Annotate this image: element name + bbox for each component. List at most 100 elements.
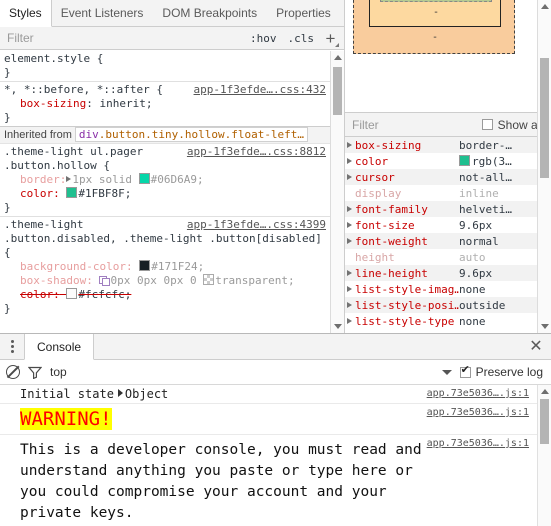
declaration-color-value[interactable]: #171F24; (151, 260, 204, 273)
color-swatch[interactable] (66, 288, 78, 299)
declaration-property[interactable]: color: (20, 288, 60, 301)
color-swatch[interactable] (139, 260, 151, 271)
rule-selector-line1[interactable]: .theme-light ul.pager (4, 145, 143, 158)
rule-selector-line2[interactable]: .button.hollow { (4, 159, 110, 172)
rule-selector[interactable]: *, *::before, *::after (4, 83, 150, 96)
show-all-checkbox[interactable] (481, 119, 493, 130)
toggle-hover-state-button[interactable]: :hov (246, 31, 281, 46)
declaration-color-value[interactable]: #06D6A9; (151, 173, 204, 186)
tab-console[interactable]: Console (24, 334, 95, 360)
rule-selector-line2[interactable]: .button.disabled, (4, 232, 117, 245)
expand-icon[interactable] (347, 286, 352, 292)
more-options-icon[interactable] (0, 334, 24, 359)
expand-icon[interactable] (347, 318, 352, 324)
box-model-margin[interactable]: - - - (353, 0, 515, 54)
scroll-up-arrow-icon[interactable] (538, 0, 551, 13)
transparent-swatch[interactable] (203, 274, 215, 285)
declaration-property[interactable]: background-color: (20, 260, 133, 273)
declaration-property[interactable]: color: (20, 187, 60, 200)
expand-object-icon[interactable] (117, 389, 123, 397)
declaration-color-value[interactable]: #1FBF8F; (78, 187, 131, 200)
rule-origin-link[interactable]: app-1f3efde….css:432 (194, 83, 326, 97)
computed-scrollbar[interactable] (537, 0, 551, 333)
styles-scrollbar[interactable] (330, 51, 344, 333)
declaration-box-sizing[interactable]: box-sizing: inherit; (4, 97, 344, 111)
box-model-border[interactable]: - - (369, 0, 501, 27)
new-style-rule-button[interactable]: + (321, 29, 340, 48)
expand-icon[interactable] (347, 302, 352, 308)
color-swatch[interactable] (66, 187, 78, 198)
declaration-value[interactable]: 1px solid (72, 173, 132, 186)
scrollbar-thumb[interactable] (333, 67, 342, 115)
console-scrollbar[interactable] (537, 385, 551, 526)
expand-icon[interactable] (347, 238, 352, 244)
tab-dom-breakpoints[interactable]: DOM Breakpoints (153, 0, 267, 26)
declaration-property[interactable]: box-shadow: (20, 274, 93, 287)
declaration-value[interactable]: inherit; (99, 97, 152, 110)
show-all-toggle[interactable]: Show all (481, 118, 543, 132)
declaration-color[interactable]: color: #1FBF8F; (4, 187, 344, 201)
declaration-extra-value[interactable]: transparent; (215, 274, 294, 287)
declaration-color-value[interactable]: #fcfcfc; (78, 288, 131, 301)
tab-event-listeners[interactable]: Event Listeners (52, 0, 154, 26)
box-model-border-value[interactable]: - (433, 7, 439, 18)
color-swatch[interactable] (138, 173, 150, 184)
rule-selector-line2b[interactable]: .theme-light .button[disabled] (123, 232, 322, 245)
console-object-label[interactable]: Object (125, 387, 168, 401)
declaration-box-shadow[interactable]: box-shadow: 0px 0px 0px 0 transparent; (4, 274, 344, 288)
computed-row[interactable]: box-sizing border-… (345, 137, 551, 153)
inherited-from-element[interactable]: div.button.tiny.hollow.float-left… (74, 127, 309, 142)
scroll-down-arrow-icon[interactable] (538, 320, 551, 333)
rule-origin-link[interactable]: app-1f3efde….css:4399 (187, 218, 326, 232)
rule-origin-link[interactable]: app-1f3efde….css:8812 (187, 145, 326, 159)
scroll-up-arrow-icon[interactable] (538, 385, 551, 398)
style-rule-element-style[interactable]: element.style { } (0, 51, 344, 81)
scroll-down-arrow-icon[interactable] (331, 320, 344, 333)
expand-icon[interactable] (347, 158, 352, 164)
tab-styles[interactable]: Styles (0, 0, 52, 27)
computed-row[interactable]: list-style-type none (345, 313, 551, 329)
tab-properties[interactable]: Properties (267, 0, 341, 26)
rule-selector-line1[interactable]: .theme-light (4, 218, 83, 231)
shadow-editor-icon[interactable] (99, 276, 111, 286)
computed-row[interactable]: font-size 9.6px (345, 217, 551, 233)
declaration-value[interactable]: 0px 0px 0px 0 (110, 274, 196, 287)
filter-icon[interactable] (27, 366, 43, 379)
style-rule-universal[interactable]: *, *::before, *::after { app-1f3efde….cs… (0, 81, 344, 126)
declaration-border[interactable]: border: 1px solid #06D6A9; (4, 173, 344, 187)
scroll-up-arrow-icon[interactable] (331, 51, 344, 64)
expand-icon[interactable] (347, 142, 352, 148)
scrollbar-thumb[interactable] (540, 58, 549, 178)
console-message-log[interactable]: Initial state Object app.73e5036….js:1 (0, 385, 551, 404)
box-model-margin-value[interactable]: - (432, 32, 438, 43)
toggle-class-button[interactable]: .cls (284, 31, 319, 46)
chevron-down-icon[interactable] (441, 369, 452, 375)
computed-row[interactable]: font-weight normal (345, 233, 551, 249)
style-rule-button-hollow[interactable]: .theme-light ul.pager app-1f3efde….css:8… (0, 144, 344, 216)
console-source-link[interactable]: app.73e5036….js:1 (427, 438, 529, 449)
declaration-background-color[interactable]: background-color: #171F24; (4, 260, 344, 274)
computed-row[interactable]: line-height 9.6px (345, 265, 551, 281)
box-model-padding[interactable]: - (380, 0, 492, 2)
styles-filter-input[interactable]: Filter (7, 31, 246, 45)
declaration-property[interactable]: border: (20, 173, 66, 186)
expand-icon[interactable] (347, 270, 352, 276)
console-source-link[interactable]: app.73e5036….js:1 (427, 407, 529, 418)
computed-row[interactable]: display inline (345, 185, 551, 201)
execution-context-selector[interactable]: top (50, 365, 67, 379)
clear-console-icon[interactable] (6, 365, 20, 379)
rule-selector[interactable]: element.style (4, 52, 90, 65)
computed-row[interactable]: color rgb(3… (345, 153, 551, 169)
expand-icon[interactable] (347, 206, 352, 212)
console-message-notice[interactable]: This is a developer console, you must re… (0, 435, 551, 526)
declaration-property[interactable]: box-sizing (20, 97, 86, 110)
computed-row[interactable]: cursor not-all… (345, 169, 551, 185)
computed-filter-input[interactable]: Filter (352, 118, 482, 132)
scrollbar-thumb[interactable] (540, 399, 549, 444)
console-source-link[interactable]: app.73e5036….js:1 (427, 388, 529, 399)
preserve-log-checkbox[interactable] (459, 365, 471, 378)
declaration-color-overridden[interactable]: color: #fcfcfc; (4, 288, 344, 302)
computed-row[interactable]: list-style-posi… outside (345, 297, 551, 313)
preserve-log-toggle[interactable]: Preserve log (459, 365, 543, 379)
expand-icon[interactable] (347, 174, 352, 180)
